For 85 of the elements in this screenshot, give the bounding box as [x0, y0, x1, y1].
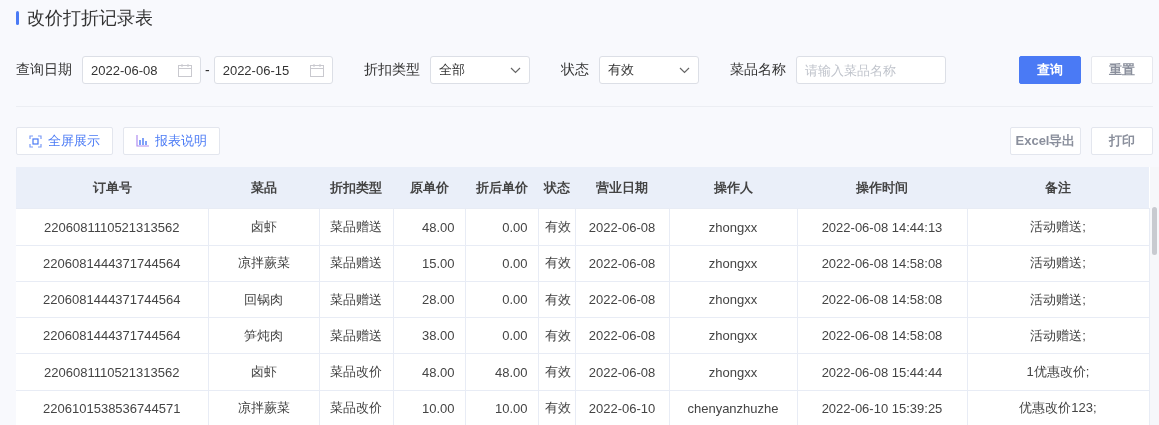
table-cell: 2022-06-08: [575, 353, 669, 391]
filter-label: 状态: [560, 61, 589, 79]
table-cell: 0.00: [465, 208, 538, 246]
table-cell: 2022-06-08: [575, 317, 669, 354]
fullscreen-button[interactable]: 全屏展示: [16, 127, 113, 155]
chevron-down-icon: [678, 66, 690, 74]
table-cell: 2022-06-08 14:58:08: [797, 317, 967, 354]
table-cell: 1优惠改价;: [967, 353, 1149, 391]
table-cell: 笋炖肉: [208, 317, 319, 354]
column-header: 营业日期: [575, 167, 669, 209]
print-button[interactable]: 打印: [1091, 127, 1153, 155]
column-header: 原单价: [393, 167, 465, 209]
table-cell: 卤虾: [208, 208, 319, 246]
table-cell: 活动赠送;: [967, 281, 1149, 318]
dropdown[interactable]: 有效: [598, 56, 699, 84]
table-cell: 2206081444371744564: [16, 317, 208, 354]
report-info-button[interactable]: 报表说明: [123, 127, 220, 155]
calendar-icon: [178, 63, 192, 77]
column-header: 订单号: [16, 167, 208, 209]
table-cell: 2022-06-08 14:44:13: [797, 208, 967, 246]
search-field[interactable]: 请输入菜品名称: [795, 56, 946, 84]
table-cell: 0.00: [465, 245, 538, 282]
table-cell: 活动赠送;: [967, 208, 1149, 246]
column-header: 菜品: [208, 167, 319, 209]
table-cell: zhongxx: [669, 208, 797, 246]
column-header: 操作时间: [797, 167, 967, 209]
table-cell: 菜品赠送: [319, 281, 393, 318]
table-cell: 48.00: [465, 353, 538, 391]
table-cell: 48.00: [393, 353, 465, 391]
table-cell: 2022-06-08: [575, 208, 669, 246]
table-cell: 卤虾: [208, 353, 319, 391]
filter-label: 菜品名称: [729, 61, 786, 79]
dropdown[interactable]: 全部: [429, 56, 530, 84]
column-header: 操作人: [669, 167, 797, 209]
column-header: 状态: [538, 167, 575, 209]
table-cell: 有效: [538, 317, 575, 354]
fullscreen-icon: [29, 134, 42, 148]
table-cell: 0.00: [465, 281, 538, 318]
table-cell: 2022-06-08 14:58:08: [797, 281, 967, 318]
export-button[interactable]: Excel导出: [1010, 127, 1081, 155]
table-cell: 2022-06-08: [575, 281, 669, 318]
table-cell: 15.00: [393, 245, 465, 282]
column-header: 折后单价: [465, 167, 538, 209]
table-cell: 有效: [538, 245, 575, 282]
table-cell: zhongxx: [669, 317, 797, 354]
table-cell: 有效: [538, 208, 575, 246]
reset-button[interactable]: 重置: [1091, 56, 1153, 84]
table-cell: 28.00: [393, 281, 465, 318]
calendar-icon: [309, 63, 324, 77]
table-cell: 菜品改价: [319, 353, 393, 391]
table-cell: 2206081444371744564: [16, 281, 208, 318]
table-cell: 回锅肉: [208, 281, 319, 318]
table-cell: 菜品赠送: [319, 245, 393, 282]
table-cell: 2022-06-08: [575, 245, 669, 282]
table-cell: 38.00: [393, 317, 465, 354]
table-cell: 凉拌蕨菜: [208, 245, 319, 282]
query-button[interactable]: 查询: [1019, 56, 1081, 84]
table-cell: zhongxx: [669, 245, 797, 282]
date-field[interactable]: 2022-06-15: [213, 56, 333, 84]
scrollbar-thumb[interactable]: [1151, 207, 1157, 255]
bar-chart-icon: [136, 135, 149, 147]
table-cell: 2206081110521313562: [16, 208, 208, 246]
table-cell: zhongxx: [669, 353, 797, 391]
table-cell: 2206081110521313562: [16, 353, 208, 391]
chevron-down-icon: [509, 66, 521, 74]
table-cell: 2206081444371744564: [16, 245, 208, 282]
table-cell: 菜品赠送: [319, 208, 393, 246]
filter-label: 查询日期: [16, 61, 72, 79]
column-header: 备注: [967, 167, 1149, 209]
column-header: 折扣类型: [319, 167, 393, 209]
date-field[interactable]: 2022-06-08: [82, 56, 201, 84]
table-cell: 0.00: [465, 317, 538, 354]
table-cell: 有效: [538, 281, 575, 318]
table-cell: 活动赠送;: [967, 245, 1149, 282]
table-cell: 活动赠送;: [967, 317, 1149, 354]
table-cell: 有效: [538, 353, 575, 391]
table-cell: 菜品赠送: [319, 317, 393, 354]
table-cell: 2022-06-08 14:58:08: [797, 245, 967, 282]
range-separator: -: [205, 62, 210, 78]
title-accent-bar: [16, 11, 19, 25]
table-cell: 48.00: [393, 208, 465, 246]
table-cell: 2022-06-08 15:44:44: [797, 353, 967, 391]
filter-label: 折扣类型: [363, 61, 420, 79]
page-title: 改价打折记录表: [27, 7, 153, 30]
table-cell: zhongxx: [669, 281, 797, 318]
